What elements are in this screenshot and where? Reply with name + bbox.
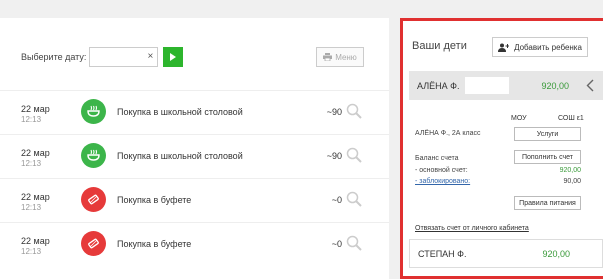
transaction-description: Покупка в школьной столовой xyxy=(117,151,243,161)
transaction-row: 22 мар 12:13 Покупка в буфете ~0 xyxy=(0,178,389,222)
transaction-date: 22 мар xyxy=(21,104,50,114)
children-title: Ваши дети xyxy=(412,40,467,52)
date-input[interactable]: × xyxy=(89,47,159,67)
apply-date-button[interactable] xyxy=(163,47,184,67)
add-child-button[interactable]: Добавить ребенка xyxy=(492,37,588,57)
child-name: СТЕПАН Ф. xyxy=(418,249,467,259)
org-type: МОУ xyxy=(511,115,527,122)
zoom-icon[interactable] xyxy=(346,147,362,163)
transaction-date: 22 мар xyxy=(21,148,50,158)
transaction-description: Покупка в школьной столовой xyxy=(117,107,243,117)
topup-button[interactable]: Пополнить счет xyxy=(514,150,581,164)
transaction-date: 22 мар xyxy=(21,192,50,202)
transaction-time: 12:13 xyxy=(21,159,42,168)
transaction-amount: ~90 xyxy=(326,107,342,117)
canteen-bowl-icon xyxy=(81,99,106,124)
zoom-icon[interactable] xyxy=(346,235,362,251)
menu-label: Меню xyxy=(335,52,357,62)
org-name: СОШ ε1 xyxy=(558,115,584,122)
transaction-time: 12:13 xyxy=(21,203,42,212)
canteen-bowl-icon xyxy=(81,143,106,168)
children-panel: Ваши дети Добавить ребенка АЛЁНА Ф. 920,… xyxy=(400,18,603,279)
buffet-snack-icon xyxy=(81,187,106,212)
transaction-description: Покупка в буфете xyxy=(117,195,192,205)
date-filter: Выберите дату: × xyxy=(21,46,184,68)
transaction-date: 22 мар xyxy=(21,236,50,246)
menu-button[interactable]: Меню xyxy=(316,47,364,67)
transaction-amount: ~90 xyxy=(326,151,342,161)
transaction-description: Покупка в буфете xyxy=(117,239,192,249)
zoom-icon[interactable] xyxy=(346,103,362,119)
chevron-left-icon xyxy=(586,79,594,92)
child-balance: 920,00 xyxy=(541,81,569,91)
child-name: АЛЁНА Ф. xyxy=(417,81,460,91)
transaction-row: 22 мар 12:13 Покупка в школьной столовой… xyxy=(0,90,389,134)
printer-icon xyxy=(323,53,333,61)
transaction-time: 12:13 xyxy=(21,115,42,124)
transaction-amount: ~0 xyxy=(331,239,342,249)
child-item[interactable]: СТЕПАН Ф. 920,00 xyxy=(409,239,603,268)
date-label: Выберите дату: xyxy=(21,52,87,62)
zoom-icon[interactable] xyxy=(346,191,362,207)
unlink-account-link[interactable]: Отвязать счет от личного кабинета xyxy=(415,225,529,232)
transaction-row: 22 мар 12:13 Покупка в буфете ~0 xyxy=(0,222,389,266)
main-account-label: - основной счет: xyxy=(415,167,468,174)
services-button[interactable]: Услуги xyxy=(514,127,581,141)
child-item-selected[interactable]: АЛЁНА Ф. 920,00 xyxy=(409,71,603,100)
play-arrow-icon xyxy=(170,53,177,61)
transaction-amount: ~0 xyxy=(331,195,342,205)
transactions-panel: Выберите дату: × Меню 22 мар 12:13 Покуп… xyxy=(0,18,389,279)
meal-rules-button[interactable]: Правила питания xyxy=(514,196,581,210)
blocked-link[interactable]: - заблокировано: xyxy=(415,178,470,185)
buffet-snack-icon xyxy=(81,231,106,256)
redacted-field xyxy=(465,77,509,94)
student-info: АЛЁНА Ф., 2А класс xyxy=(415,130,481,137)
blocked-value: 90,00 xyxy=(563,178,581,185)
balance-label: Баланс счета xyxy=(415,155,459,162)
add-user-icon xyxy=(498,43,510,52)
transaction-row: 22 мар 12:13 Покупка в школьной столовой… xyxy=(0,134,389,178)
clear-date-button[interactable]: × xyxy=(148,51,154,62)
add-child-label: Добавить ребенка xyxy=(514,42,582,52)
transaction-time: 12:13 xyxy=(21,247,42,256)
child-balance: 920,00 xyxy=(542,249,570,259)
main-account-value: 920,00 xyxy=(559,167,581,174)
